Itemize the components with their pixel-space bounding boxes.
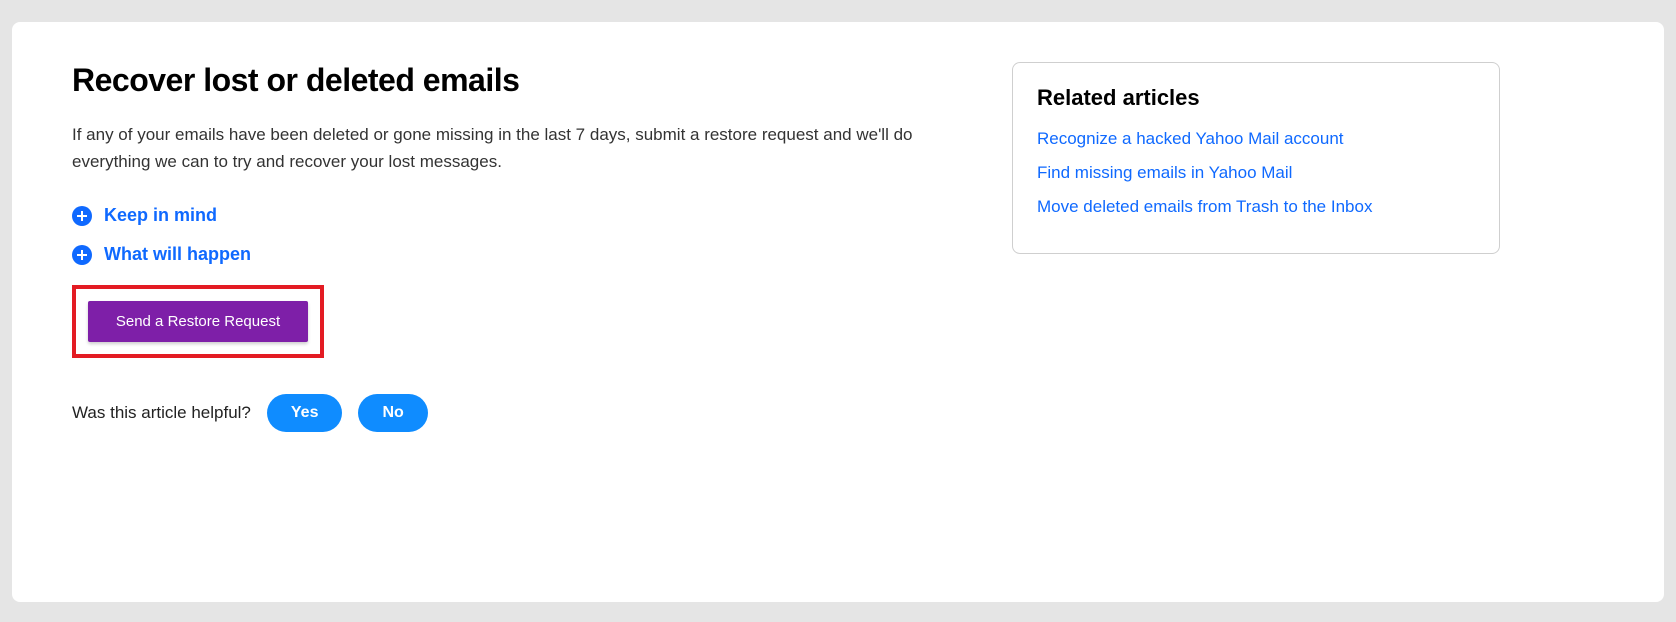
feedback-prompt: Was this article helpful? xyxy=(72,403,251,423)
related-articles-title: Related articles xyxy=(1037,85,1475,111)
list-item: Recognize a hacked Yahoo Mail account xyxy=(1037,129,1475,149)
plus-icon xyxy=(72,245,92,265)
no-button[interactable]: No xyxy=(358,394,427,432)
intro-text: If any of your emails have been deleted … xyxy=(72,121,952,175)
feedback-row: Was this article helpful? Yes No xyxy=(72,394,952,432)
expand-label: Keep in mind xyxy=(104,205,217,226)
related-articles-box: Related articles Recognize a hacked Yaho… xyxy=(1012,62,1500,254)
yes-button[interactable]: Yes xyxy=(267,394,343,432)
expand-list: Keep in mind What will happen xyxy=(72,205,952,265)
expand-item-keep-in-mind[interactable]: Keep in mind xyxy=(72,205,952,226)
expand-label: What will happen xyxy=(104,244,251,265)
list-item: Find missing emails in Yahoo Mail xyxy=(1037,163,1475,183)
related-articles-list: Recognize a hacked Yahoo Mail account Fi… xyxy=(1037,129,1475,217)
expand-item-what-will-happen[interactable]: What will happen xyxy=(72,244,952,265)
sidebar: Related articles Recognize a hacked Yaho… xyxy=(1012,62,1500,562)
related-link-missing-emails[interactable]: Find missing emails in Yahoo Mail xyxy=(1037,163,1292,182)
plus-icon xyxy=(72,206,92,226)
highlight-box: Send a Restore Request xyxy=(72,285,324,358)
page-title: Recover lost or deleted emails xyxy=(72,62,952,99)
content-card: Recover lost or deleted emails If any of… xyxy=(12,22,1664,602)
related-link-hacked-account[interactable]: Recognize a hacked Yahoo Mail account xyxy=(1037,129,1344,148)
main-content: Recover lost or deleted emails If any of… xyxy=(72,62,952,562)
related-link-move-deleted[interactable]: Move deleted emails from Trash to the In… xyxy=(1037,197,1372,216)
send-restore-request-button[interactable]: Send a Restore Request xyxy=(88,301,308,342)
list-item: Move deleted emails from Trash to the In… xyxy=(1037,197,1475,217)
